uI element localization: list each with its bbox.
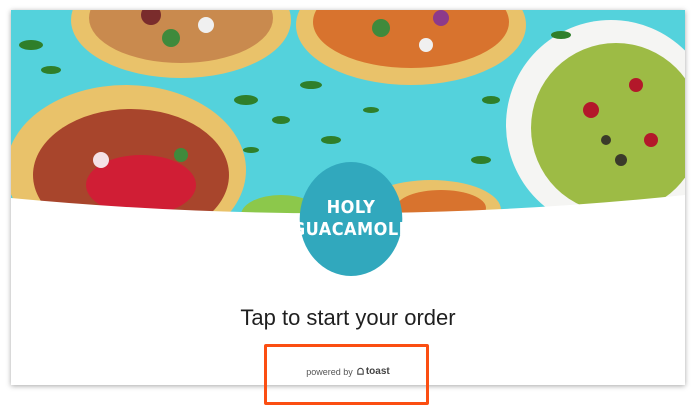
provider-name: toast [365,366,390,377]
powered-by-footer: powered by toast [11,366,685,377]
toast-bell-icon [357,367,364,375]
brand-logo-line1: HOLY [326,197,376,218]
start-order-prompt[interactable]: Tap to start your order [11,305,685,331]
powered-by-label: powered by [306,366,353,377]
kiosk-screen[interactable]: HOLY GUACAMOLE Tap to start your order p… [11,10,685,385]
brand-logo: HOLY GUACAMOLE [292,162,410,276]
provider-brand: toast [356,366,390,377]
brand-logo-line2: GUACAMOLE [291,219,411,240]
